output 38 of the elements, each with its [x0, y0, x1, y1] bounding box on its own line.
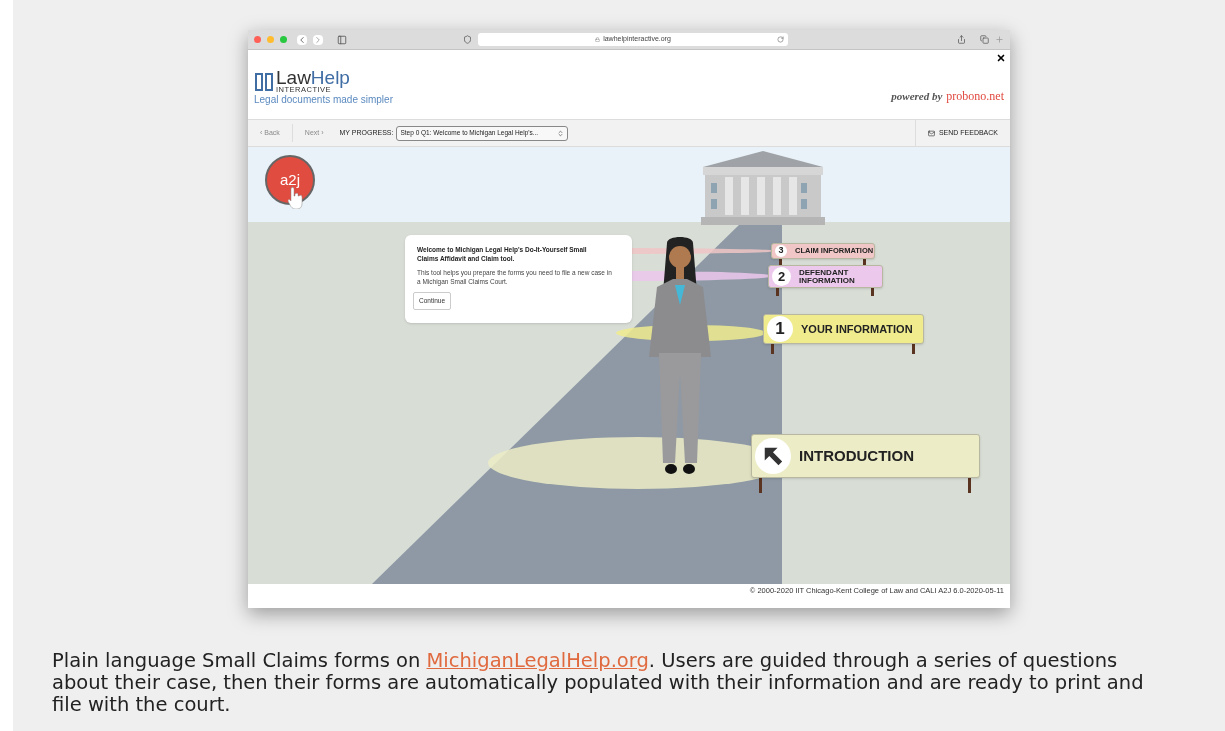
- close-icon[interactable]: [996, 53, 1006, 63]
- powered-by-text: powered by: [891, 89, 943, 104]
- close-window-icon[interactable]: [254, 36, 261, 43]
- sign-leg: [771, 344, 774, 354]
- sign-leg: [912, 344, 915, 354]
- forward-icon[interactable]: [313, 34, 323, 45]
- share-icon[interactable]: [957, 35, 966, 44]
- sign-leg: [863, 259, 866, 265]
- sidebar-icon[interactable]: [337, 34, 347, 45]
- new-tab-icon[interactable]: [995, 35, 1004, 44]
- step-sign[interactable]: 2 DEFENDANT INFORMATION: [768, 265, 883, 288]
- sign-leg: [759, 478, 762, 493]
- sign-leg: [968, 478, 971, 493]
- sign-label: YOUR INFORMATION: [801, 321, 913, 337]
- step-number: 3: [775, 245, 787, 257]
- reload-icon[interactable]: [777, 36, 784, 43]
- step-sign[interactable]: 1 YOUR INFORMATION: [763, 314, 924, 344]
- shield-icon[interactable]: [463, 35, 472, 44]
- sign-label: DEFENDANT INFORMATION: [799, 268, 856, 285]
- tabs-icon[interactable]: [980, 35, 989, 44]
- step-number: 1: [767, 316, 793, 342]
- lock-icon: [595, 37, 601, 42]
- sign-label: INTRODUCTION: [799, 445, 914, 466]
- logo-text: LawHelp: [276, 69, 350, 86]
- minimize-window-icon[interactable]: [267, 36, 274, 43]
- step-sign[interactable]: INTRODUCTION: [751, 434, 980, 478]
- sign-leg: [871, 288, 874, 296]
- sign-leg: [779, 259, 782, 265]
- step-number: 2: [772, 267, 791, 286]
- sign-leg: [776, 288, 779, 296]
- dropdown-icon: [557, 129, 565, 137]
- logo-icon: [254, 71, 274, 92]
- tagline: Legal documents made simpler: [254, 94, 393, 105]
- brand-text: probono.net: [946, 88, 1004, 105]
- caption-paragraph: Plain language Small Claims forms on MichiganLegalHelp.org. Users are guided through a series of questions about their case, then their forms are automatically populated with their information and are ready to print and file with the court.: [52, 650, 1145, 716]
- back-icon[interactable]: [297, 34, 307, 45]
- mail-icon: [927, 129, 935, 137]
- maximize-window-icon[interactable]: [280, 36, 287, 43]
